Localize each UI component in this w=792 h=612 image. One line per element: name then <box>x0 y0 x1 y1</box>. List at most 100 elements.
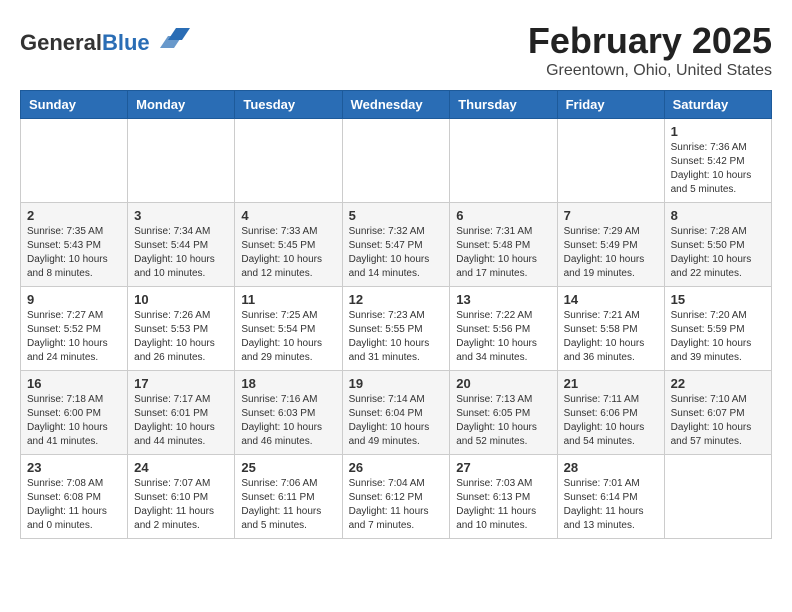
day-number: 22 <box>671 376 765 391</box>
calendar-day-cell: 20 Sunrise: 7:13 AM Sunset: 6:05 PM Dayli… <box>450 371 557 455</box>
day-info: Sunrise: 7:31 AM Sunset: 5:48 PM Dayligh… <box>456 225 550 281</box>
day-number: 5 <box>349 208 444 223</box>
day-number: 16 <box>27 376 121 391</box>
calendar-day-cell <box>342 119 450 203</box>
day-info: Sunrise: 7:11 AM Sunset: 6:06 PM Dayligh… <box>564 393 658 449</box>
day-info: Sunrise: 7:33 AM Sunset: 5:45 PM Dayligh… <box>241 225 335 281</box>
logo: GeneralBlue <box>20 20 190 55</box>
calendar-day-cell: 12 Sunrise: 7:23 AM Sunset: 5:55 PM Dayli… <box>342 287 450 371</box>
calendar-day-cell <box>235 119 342 203</box>
day-number: 8 <box>671 208 765 223</box>
weekday-header: Monday <box>128 91 235 119</box>
calendar-day-cell: 27 Sunrise: 7:03 AM Sunset: 6:13 PM Dayli… <box>450 455 557 539</box>
day-info: Sunrise: 7:25 AM Sunset: 5:54 PM Dayligh… <box>241 309 335 365</box>
calendar-week-row: 23Sunrise: 7:08 AM Sunset: 6:08 PM Dayli… <box>21 455 772 539</box>
day-info: Sunrise: 7:06 AM Sunset: 6:11 PM Dayligh… <box>241 477 335 533</box>
location-title: Greentown, Ohio, United States <box>528 62 772 80</box>
day-number: 7 <box>564 208 658 223</box>
month-title: February 2025 <box>528 20 772 62</box>
calendar-day-cell: 22 Sunrise: 7:10 AM Sunset: 6:07 PM Dayli… <box>664 371 771 455</box>
day-info: Sunrise: 7:08 AM Sunset: 6:08 PM Dayligh… <box>27 477 121 533</box>
calendar-day-cell <box>557 119 664 203</box>
day-info: Sunrise: 7:03 AM Sunset: 6:13 PM Dayligh… <box>456 477 550 533</box>
weekday-header: Tuesday <box>235 91 342 119</box>
logo-general: General <box>20 30 102 55</box>
calendar-week-row: 2 Sunrise: 7:35 AM Sunset: 5:43 PM Daylig… <box>21 203 772 287</box>
day-number: 11 <box>241 292 335 307</box>
day-info: Sunrise: 7:29 AM Sunset: 5:49 PM Dayligh… <box>564 225 658 281</box>
day-number: 15 <box>671 292 765 307</box>
day-info: Sunrise: 7:35 AM Sunset: 5:43 PM Dayligh… <box>27 225 121 281</box>
calendar-day-cell <box>128 119 235 203</box>
weekday-header: Friday <box>557 91 664 119</box>
day-info: Sunrise: 7:21 AM Sunset: 5:58 PM Dayligh… <box>564 309 658 365</box>
calendar-day-cell: 16 Sunrise: 7:18 AM Sunset: 6:00 PM Dayli… <box>21 371 128 455</box>
calendar-day-cell: 5 Sunrise: 7:32 AM Sunset: 5:47 PM Daylig… <box>342 203 450 287</box>
calendar-week-row: 9Sunrise: 7:27 AM Sunset: 5:52 PM Daylig… <box>21 287 772 371</box>
calendar-day-cell: 10 Sunrise: 7:26 AM Sunset: 5:53 PM Dayli… <box>128 287 235 371</box>
day-info: Sunrise: 7:13 AM Sunset: 6:05 PM Dayligh… <box>456 393 550 449</box>
weekday-header: Sunday <box>21 91 128 119</box>
day-number: 6 <box>456 208 550 223</box>
day-info: Sunrise: 7:28 AM Sunset: 5:50 PM Dayligh… <box>671 225 765 281</box>
day-number: 25 <box>241 460 335 475</box>
calendar-day-cell: 25 Sunrise: 7:06 AM Sunset: 6:11 PM Dayli… <box>235 455 342 539</box>
calendar-day-cell: 3 Sunrise: 7:34 AM Sunset: 5:44 PM Daylig… <box>128 203 235 287</box>
day-number: 21 <box>564 376 658 391</box>
calendar-day-cell <box>21 119 128 203</box>
day-info: Sunrise: 7:10 AM Sunset: 6:07 PM Dayligh… <box>671 393 765 449</box>
day-number: 26 <box>349 460 444 475</box>
calendar-day-cell: 18Sunrise: 7:16 AM Sunset: 6:03 PM Dayli… <box>235 371 342 455</box>
day-info: Sunrise: 7:14 AM Sunset: 6:04 PM Dayligh… <box>349 393 444 449</box>
day-number: 4 <box>241 208 335 223</box>
day-number: 1 <box>671 124 765 139</box>
calendar-day-cell: 9Sunrise: 7:27 AM Sunset: 5:52 PM Daylig… <box>21 287 128 371</box>
day-info: Sunrise: 7:27 AM Sunset: 5:52 PM Dayligh… <box>27 309 121 365</box>
day-number: 2 <box>27 208 121 223</box>
logo-icon <box>160 20 190 50</box>
weekday-header: Saturday <box>664 91 771 119</box>
calendar-day-cell: 1 Sunrise: 7:36 AM Sunset: 5:42 PM Daylig… <box>664 119 771 203</box>
calendar-day-cell: 8 Sunrise: 7:28 AM Sunset: 5:50 PM Daylig… <box>664 203 771 287</box>
title-block: February 2025 Greentown, Ohio, United St… <box>528 20 772 80</box>
calendar-day-cell: 24Sunrise: 7:07 AM Sunset: 6:10 PM Dayli… <box>128 455 235 539</box>
calendar-day-cell: 19Sunrise: 7:14 AM Sunset: 6:04 PM Dayli… <box>342 371 450 455</box>
calendar-day-cell: 23Sunrise: 7:08 AM Sunset: 6:08 PM Dayli… <box>21 455 128 539</box>
calendar-day-cell: 28Sunrise: 7:01 AM Sunset: 6:14 PM Dayli… <box>557 455 664 539</box>
day-number: 14 <box>564 292 658 307</box>
calendar-day-cell <box>664 455 771 539</box>
day-info: Sunrise: 7:23 AM Sunset: 5:55 PM Dayligh… <box>349 309 444 365</box>
day-info: Sunrise: 7:01 AM Sunset: 6:14 PM Dayligh… <box>564 477 658 533</box>
calendar-week-row: 1 Sunrise: 7:36 AM Sunset: 5:42 PM Daylig… <box>21 119 772 203</box>
day-info: Sunrise: 7:17 AM Sunset: 6:01 PM Dayligh… <box>134 393 228 449</box>
day-number: 3 <box>134 208 228 223</box>
day-info: Sunrise: 7:16 AM Sunset: 6:03 PM Dayligh… <box>241 393 335 449</box>
day-info: Sunrise: 7:26 AM Sunset: 5:53 PM Dayligh… <box>134 309 228 365</box>
day-number: 12 <box>349 292 444 307</box>
day-info: Sunrise: 7:32 AM Sunset: 5:47 PM Dayligh… <box>349 225 444 281</box>
calendar-day-cell: 21 Sunrise: 7:11 AM Sunset: 6:06 PM Dayli… <box>557 371 664 455</box>
calendar-day-cell: 11 Sunrise: 7:25 AM Sunset: 5:54 PM Dayli… <box>235 287 342 371</box>
logo-blue: Blue <box>102 30 150 55</box>
day-number: 20 <box>456 376 550 391</box>
calendar-day-cell: 2 Sunrise: 7:35 AM Sunset: 5:43 PM Daylig… <box>21 203 128 287</box>
day-info: Sunrise: 7:22 AM Sunset: 5:56 PM Dayligh… <box>456 309 550 365</box>
calendar-day-cell: 26Sunrise: 7:04 AM Sunset: 6:12 PM Dayli… <box>342 455 450 539</box>
day-info: Sunrise: 7:20 AM Sunset: 5:59 PM Dayligh… <box>671 309 765 365</box>
day-info: Sunrise: 7:18 AM Sunset: 6:00 PM Dayligh… <box>27 393 121 449</box>
day-info: Sunrise: 7:36 AM Sunset: 5:42 PM Dayligh… <box>671 141 765 197</box>
day-number: 10 <box>134 292 228 307</box>
day-number: 17 <box>134 376 228 391</box>
calendar-table: SundayMondayTuesdayWednesdayThursdayFrid… <box>20 90 772 539</box>
calendar-day-cell: 14 Sunrise: 7:21 AM Sunset: 5:58 PM Dayli… <box>557 287 664 371</box>
day-number: 13 <box>456 292 550 307</box>
calendar-day-cell: 15 Sunrise: 7:20 AM Sunset: 5:59 PM Dayli… <box>664 287 771 371</box>
calendar-day-cell: 6 Sunrise: 7:31 AM Sunset: 5:48 PM Daylig… <box>450 203 557 287</box>
day-number: 27 <box>456 460 550 475</box>
weekday-header: Thursday <box>450 91 557 119</box>
day-info: Sunrise: 7:07 AM Sunset: 6:10 PM Dayligh… <box>134 477 228 533</box>
calendar-day-cell: 4 Sunrise: 7:33 AM Sunset: 5:45 PM Daylig… <box>235 203 342 287</box>
calendar-day-cell: 7 Sunrise: 7:29 AM Sunset: 5:49 PM Daylig… <box>557 203 664 287</box>
calendar-day-cell <box>450 119 557 203</box>
day-info: Sunrise: 7:34 AM Sunset: 5:44 PM Dayligh… <box>134 225 228 281</box>
